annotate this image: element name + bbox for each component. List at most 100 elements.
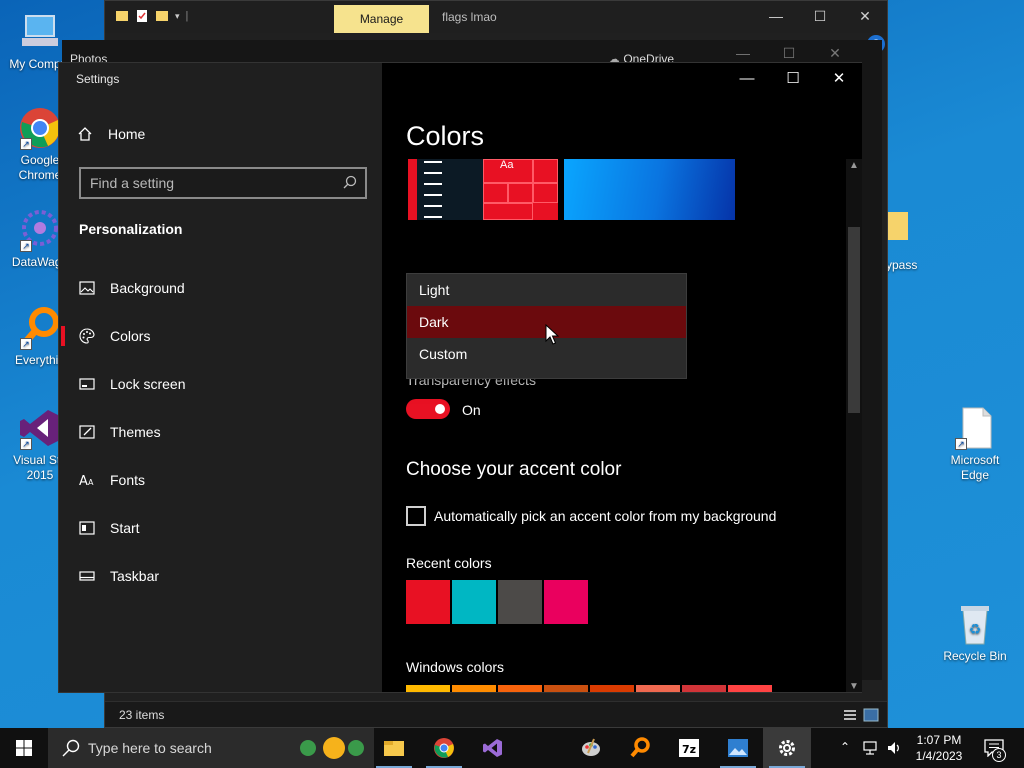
settings-nav-pane: Settings Home Personalization Background… <box>59 63 382 692</box>
sidebar-item-label: Taskbar <box>110 568 160 584</box>
scrollbar[interactable]: ▲ ▼ <box>846 159 862 692</box>
maximize-button[interactable]: ☐ <box>797 1 843 33</box>
auto-pick-checkbox[interactable] <box>406 506 426 526</box>
svg-text:7z: 7z <box>682 743 696 756</box>
chevron-up-icon[interactable]: ⌃ <box>840 740 850 754</box>
color-swatch[interactable] <box>728 685 772 692</box>
close-button[interactable]: ✕ <box>816 63 862 95</box>
taskbar-settings[interactable] <box>763 728 811 768</box>
home-icon <box>78 127 92 141</box>
magnifier-icon: ↗ <box>18 306 62 350</box>
sidebar-item-fonts[interactable]: AA Fonts <box>59 460 382 500</box>
find-setting-box[interactable] <box>79 167 367 199</box>
taskbar-paint[interactable] <box>567 728 615 768</box>
item-count: 23 items <box>119 708 165 722</box>
volume-icon[interactable] <box>886 740 902 756</box>
desktop-icon-recycle-bin[interactable]: ♻ Recycle Bin <box>935 602 1015 664</box>
taskbar-chrome[interactable] <box>420 728 468 768</box>
start-button[interactable] <box>0 728 48 768</box>
7zip-icon: 7z <box>679 739 699 757</box>
color-swatch[interactable] <box>682 685 726 692</box>
visual-studio-icon: ↗ <box>18 406 62 450</box>
scroll-down-icon[interactable]: ▼ <box>846 680 862 692</box>
scroll-up-icon[interactable]: ▲ <box>846 159 862 173</box>
search-highlights-icon <box>300 737 364 759</box>
taskbar-visual-studio[interactable] <box>469 728 517 768</box>
accent-heading: Choose your accent color <box>406 459 622 480</box>
network-icon[interactable] <box>862 740 878 756</box>
themes-icon <box>79 425 95 439</box>
taskbar-search-box[interactable]: Type here to search <box>48 728 374 768</box>
color-swatch[interactable] <box>498 580 542 624</box>
sidebar-item-background[interactable]: Background <box>59 268 382 308</box>
nav-home-label: Home <box>108 126 146 142</box>
color-swatch[interactable] <box>544 580 588 624</box>
taskbar-file-explorer[interactable] <box>370 728 418 768</box>
maximize-button[interactable]: ☐ <box>770 63 816 95</box>
photos-icon <box>728 739 748 757</box>
explorer-title: flags lmao <box>442 10 497 24</box>
taskbar-7zip[interactable]: 7z <box>665 728 713 768</box>
preview-taskbar <box>408 159 417 220</box>
sidebar-item-themes[interactable]: Themes <box>59 412 382 452</box>
selection-indicator <box>61 326 65 346</box>
taskbar-everything[interactable] <box>616 728 664 768</box>
settings-window: Settings Home Personalization Background… <box>58 62 862 693</box>
desktop-icon-label: Recycle Bin <box>943 649 1007 663</box>
color-swatch[interactable] <box>406 685 450 692</box>
find-setting-input[interactable] <box>81 169 331 197</box>
taskbar: Type here to search 7z ⌃ 1:07 PM 1/4/202… <box>0 728 1024 768</box>
minimize-button[interactable]: — <box>753 1 799 33</box>
chrome-icon <box>434 738 454 758</box>
taskbar-search-placeholder: Type here to search <box>88 740 212 756</box>
scrollbar-thumb[interactable] <box>848 227 860 413</box>
sidebar-item-colors[interactable]: Colors <box>59 316 382 356</box>
palette-icon <box>79 328 95 344</box>
recycle-bin-icon: ♻ <box>953 602 997 646</box>
file-icon: ↗ <box>953 406 997 450</box>
color-swatch[interactable] <box>544 685 588 692</box>
close-button[interactable]: ✕ <box>842 1 888 33</box>
nav-home[interactable]: Home <box>77 126 145 142</box>
color-swatch[interactable] <box>636 685 680 692</box>
chevron-down-icon[interactable]: ▾ <box>175 11 180 22</box>
folder-icon <box>384 741 404 756</box>
desktop-icon-edge[interactable]: ↗ Microsoft Edge <box>935 406 1015 483</box>
notification-count-badge: 3 <box>992 748 1006 762</box>
divider: | <box>185 10 189 22</box>
color-swatch[interactable] <box>452 685 496 692</box>
minimize-button[interactable]: — <box>724 63 770 95</box>
recent-colors <box>406 580 588 624</box>
search-icon[interactable] <box>343 175 357 189</box>
mouse-cursor <box>545 324 559 345</box>
computer-icon <box>18 10 62 54</box>
color-swatch[interactable] <box>406 580 450 624</box>
color-swatch[interactable] <box>498 685 542 692</box>
svg-text:♻: ♻ <box>969 622 982 638</box>
folder-icon <box>886 208 908 252</box>
system-clock[interactable]: 1:07 PM 1/4/2023 <box>908 732 970 764</box>
sidebar-item-lock-screen[interactable]: Lock screen <box>59 364 382 404</box>
large-icons-view-icon[interactable] <box>863 707 879 723</box>
sidebar-item-start[interactable]: Start <box>59 508 382 548</box>
gear-icon <box>779 740 795 756</box>
notifications-button[interactable]: 3 <box>978 728 1024 768</box>
dropdown-option-light[interactable]: Light <box>407 274 686 306</box>
page-title: Colors <box>406 121 485 151</box>
auto-pick-label[interactable]: Automatically pick an accent color from … <box>434 508 776 524</box>
color-swatch[interactable] <box>452 580 496 624</box>
svg-text:A: A <box>88 478 94 487</box>
properties-icon[interactable] <box>135 9 149 23</box>
taskbar-photos[interactable] <box>714 728 762 768</box>
manage-tab[interactable]: Manage <box>334 5 429 33</box>
sidebar-item-taskbar[interactable]: Taskbar <box>59 556 382 596</box>
windows-logo-icon <box>16 740 32 756</box>
chrome-icon: ↗ <box>18 106 62 150</box>
transparency-toggle[interactable] <box>406 399 450 419</box>
color-preview: Aa <box>408 159 558 220</box>
folder-icon[interactable] <box>115 9 129 23</box>
sidebar-item-label: Start <box>110 520 140 536</box>
details-view-icon[interactable] <box>843 708 857 722</box>
new-folder-icon[interactable] <box>155 9 169 23</box>
color-swatch[interactable] <box>590 685 634 692</box>
